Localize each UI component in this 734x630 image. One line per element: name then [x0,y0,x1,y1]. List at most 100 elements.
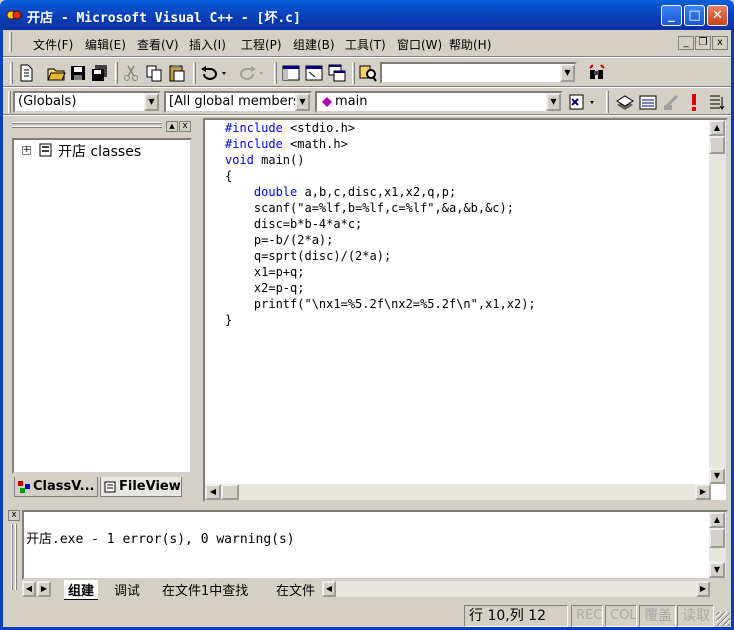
mdi-close-button[interactable]: x [712,36,728,50]
output-scroll-thumb[interactable] [709,528,725,548]
stop-build-button[interactable] [660,91,682,113]
wizardbar-grip[interactable] [8,91,11,113]
code-line[interactable]: double a,b,c,disc,x1,x2,q,p; [225,184,536,200]
output-horizontal-scrollbar[interactable] [336,581,696,597]
tab-fileview[interactable]: FileView [100,477,182,497]
tab-scroll-right-icon[interactable]: ▶ [37,581,51,597]
cut-button[interactable] [120,62,142,84]
minimize-button[interactable]: _ [661,5,682,26]
output-hscroll-right-icon[interactable]: ▶ [696,581,710,597]
code-keyword: double [253,185,298,199]
output-close-icon[interactable]: x [8,510,20,521]
code-line[interactable]: disc=b*b-4*a*c; [225,216,536,232]
filter-combo[interactable]: [All global members ▼ [164,91,312,113]
code-line[interactable]: #include <stdio.h> [225,120,536,136]
scroll-up-icon[interactable]: ▲ [709,120,725,136]
mdi-minimize-button[interactable]: _ [678,36,694,50]
class-combo-dropdown-icon[interactable]: ▼ [144,93,159,111]
output-hscroll-left-icon[interactable]: ◀ [322,581,336,597]
open-button[interactable] [45,62,67,84]
class-combo[interactable]: (Globals) ▼ [13,91,161,113]
code-line[interactable]: x1=p+q; [225,264,536,280]
scroll-down-icon[interactable]: ▼ [709,562,725,578]
code-line[interactable]: } [225,312,536,328]
editor-scroll-thumb[interactable] [709,136,725,154]
code-line[interactable]: p=-b/(2*a); [225,232,536,248]
member-combo-dropdown-icon[interactable]: ▼ [546,93,561,111]
menu-window[interactable]: 窗口(W) [397,36,442,53]
fileview-tab-icon [104,481,116,493]
output-text-area[interactable]: 开店.exe - 1 error(s), 0 warning(s) ▲ ▼ [22,510,728,580]
code-line[interactable]: { [225,168,536,184]
editor-vertical-scrollbar[interactable]: ▲ ▼ [709,120,726,484]
find-combo-dropdown-icon[interactable]: ▼ [560,64,575,82]
find-button[interactable] [586,62,608,84]
scroll-up-icon[interactable]: ▲ [709,512,725,528]
undo-button[interactable] [198,62,232,84]
insert-breakpoint-button[interactable] [706,91,728,113]
scroll-right-icon[interactable]: ▶ [695,484,711,500]
save-button[interactable] [67,62,89,84]
save-all-button[interactable] [89,62,111,84]
output-tab-find-in-files-2[interactable]: 在文件 [276,580,315,599]
tab-classview[interactable]: ClassV... [14,477,98,497]
execute-button[interactable] [683,91,705,113]
output-tab-find-in-files-1[interactable]: 在文件1中查找 [162,580,248,599]
workspace-button[interactable] [280,62,302,84]
redo-button[interactable] [235,62,269,84]
menu-grip[interactable] [9,32,12,52]
classes-folder-icon [39,143,52,157]
code-line[interactable]: #include <math.h> [225,136,536,152]
visual-cpp-app-icon[interactable] [6,7,22,23]
size-grip[interactable] [716,612,730,626]
open-folder-icon [47,68,66,81]
maximize-button[interactable]: □ [684,5,705,26]
menu-build[interactable]: 组建(B) [293,36,335,53]
menu-edit[interactable]: 编辑(E) [85,36,126,53]
pane-close-icon[interactable]: x [179,121,191,132]
menu-view[interactable]: 查看(V) [137,36,179,53]
code-line[interactable]: x2=p-q; [225,280,536,296]
output-tab-debug[interactable]: 调试 [114,580,140,599]
mdi-restore-button[interactable]: ❐ [695,36,711,50]
paste-button[interactable] [166,62,188,84]
close-button[interactable]: ✕ [707,5,728,26]
menu-file[interactable]: 文件(F) [33,36,73,53]
member-combo[interactable]: main ▼ [315,91,563,113]
build-button[interactable] [637,91,659,113]
scroll-left-icon[interactable]: ◀ [205,484,221,500]
menu-project[interactable]: 工程(P) [241,36,282,53]
editor-horizontal-scrollbar[interactable]: ◀ ▶ [205,484,711,500]
menu-insert[interactable]: 插入(I) [189,36,226,53]
output-vertical-scrollbar[interactable]: ▲ ▼ [709,512,726,578]
code-editor[interactable]: #include <stdio.h> #include <math.h> void … [203,118,728,502]
tab-scroll-left-icon[interactable]: ◀ [22,581,36,597]
code-line[interactable]: scanf("a=%lf,b=%lf,c=%lf",&a,&b,&c); [225,200,536,216]
find-combo[interactable]: ▼ [380,62,577,84]
menu-help[interactable]: 帮助(H) [449,36,491,53]
toolbar-grip[interactable] [10,62,13,84]
window-list-button[interactable] [326,62,348,84]
wizard-actions-icon [569,94,594,110]
tree-root-label[interactable]: 开店 classes [58,141,141,161]
tree-expand-icon[interactable]: + [22,146,31,155]
new-text-file-button[interactable] [15,62,37,84]
find-in-files-button[interactable] [357,62,379,84]
code-line[interactable]: void main() [225,152,536,168]
code-line[interactable]: printf("\nx1=%5.2f\nx2=%5.2f\n",x1,x2); [225,296,536,312]
filter-combo-dropdown-icon[interactable]: ▼ [295,93,310,111]
copy-button[interactable] [143,62,165,84]
horizontal-scroll-thumb[interactable] [221,484,239,500]
pane-grip-line [11,524,13,590]
pane-maximize-icon[interactable]: ▲ [166,121,178,132]
class-tree[interactable]: + 开店 classes [12,138,192,474]
wizardbar-actions-button[interactable] [566,91,600,113]
status-rec: REC [571,605,603,627]
output-tab-build[interactable]: 组建 [64,580,99,600]
menu-tools[interactable]: 工具(T) [345,36,386,53]
output-button[interactable] [303,62,325,84]
scroll-down-icon[interactable]: ▼ [709,468,725,484]
code-line[interactable]: q=sprt(disc)/(2*a); [225,248,536,264]
compile-button[interactable] [614,91,636,113]
source-code[interactable]: #include <stdio.h> #include <math.h> void … [225,120,536,328]
